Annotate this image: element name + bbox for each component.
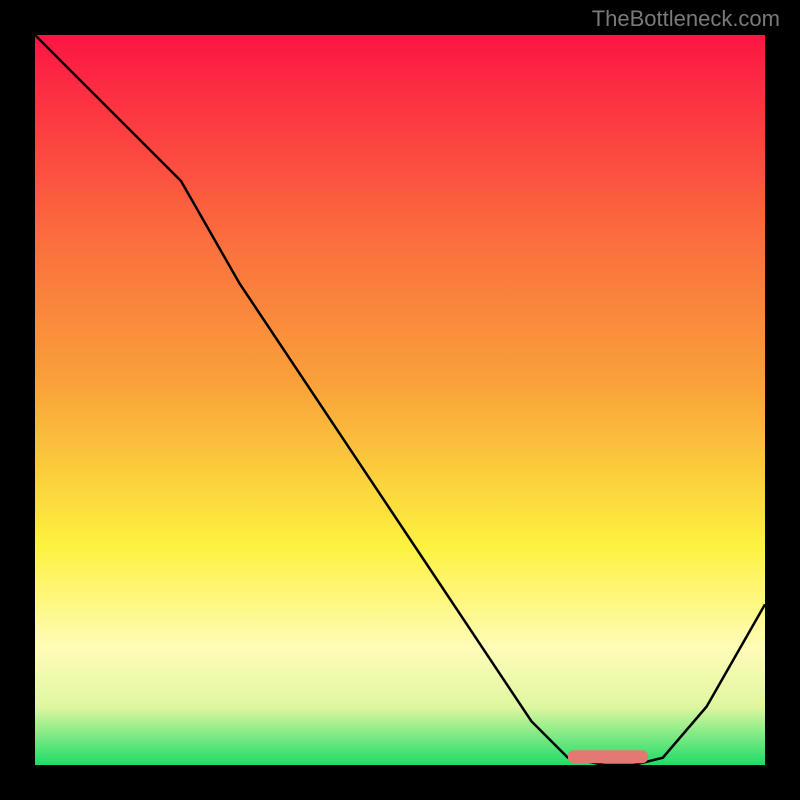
chart-svg [35, 35, 765, 765]
plot-area [35, 35, 765, 765]
optimal-range-marker [568, 750, 648, 763]
watermark-text: TheBottleneck.com [592, 6, 780, 32]
chart-container: TheBottleneck.com [0, 0, 800, 800]
